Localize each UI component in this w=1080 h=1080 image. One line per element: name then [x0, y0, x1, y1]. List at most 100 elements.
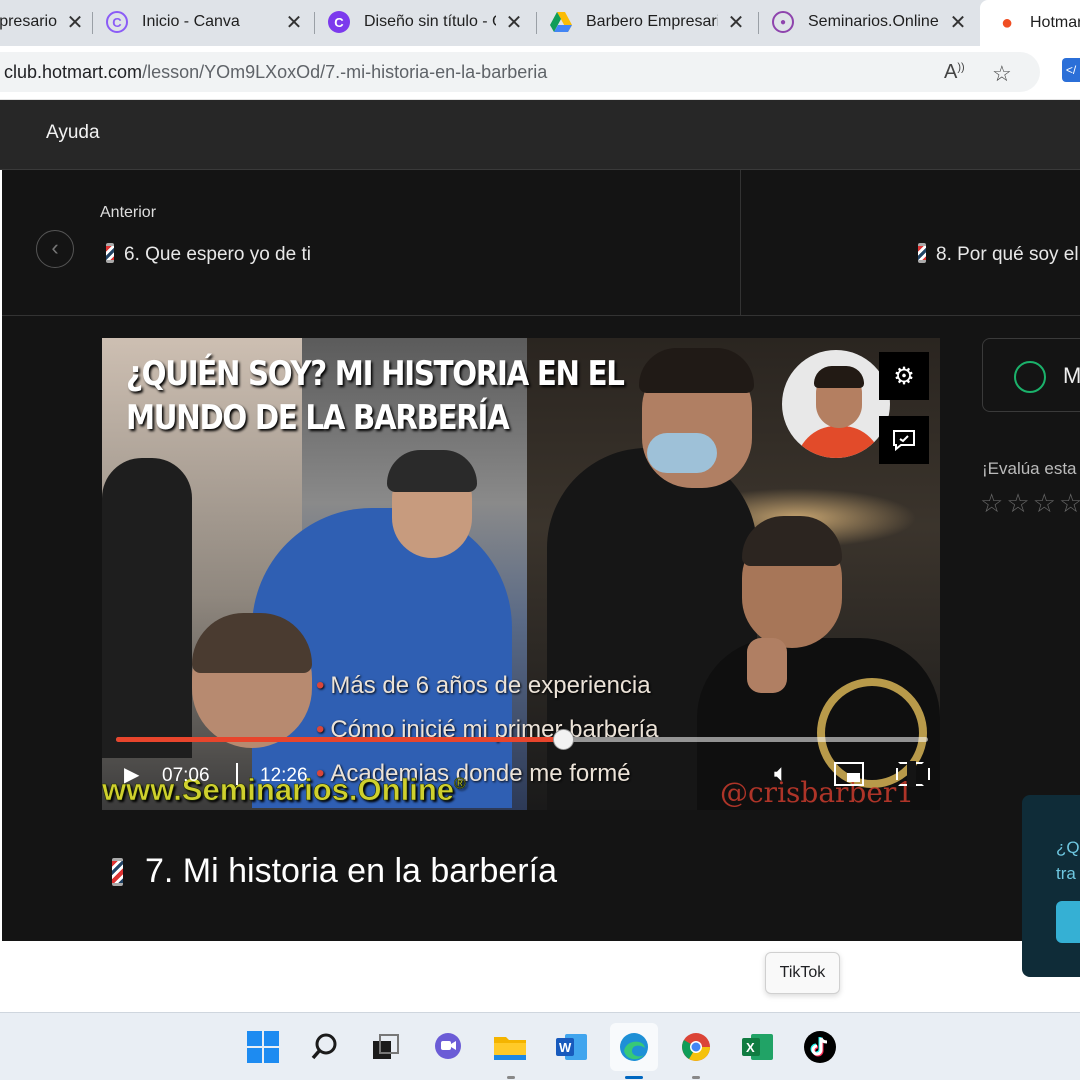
seminarios-icon: ● [772, 11, 794, 33]
help-popup-line: ¿Qu [1056, 838, 1080, 857]
tab-title: Diseño sin título - Canva [364, 13, 496, 30]
picture-in-picture-button[interactable] [834, 762, 864, 786]
close-tab-icon[interactable]: ✕ [504, 10, 524, 35]
tab-title: Barbero Empresario [0, 13, 57, 30]
previous-lesson-title: 6. Que espero yo de ti [124, 244, 311, 265]
running-indicator [692, 1076, 700, 1079]
word-icon[interactable]: W [548, 1023, 596, 1071]
help-popup-button[interactable] [1056, 901, 1080, 943]
video-settings-button[interactable]: ⚙ [879, 352, 929, 400]
url-host: club.hotmart.com [4, 62, 143, 82]
tab-separator [92, 12, 93, 34]
windows-taskbar: W X [0, 1012, 1080, 1080]
fullscreen-button[interactable] [896, 761, 930, 787]
hotmart-icon: ● [1000, 11, 1014, 34]
tab-diseno-sin-titulo[interactable]: C Diseño sin título - Canva ✕ [328, 0, 524, 44]
play-button[interactable]: ▶ [124, 762, 139, 787]
video-headline-line: ¿QUIÉN SOY? MI HISTORIA EN EL [126, 354, 625, 394]
video-bullet-text: Más de 6 años de experiencia [330, 672, 651, 699]
play-icon: ▶ [124, 764, 140, 786]
mark-complete-button[interactable]: M [982, 338, 1080, 412]
barber-pole-icon [112, 858, 123, 886]
video-headline: ¿QUIÉN SOY? MI HISTORIA EN EL MUNDO DE L… [126, 352, 625, 440]
tab-title: Inicio - Canva [142, 13, 240, 30]
barber-pole-icon [918, 243, 926, 263]
tab-title: Seminarios.Online [808, 13, 939, 30]
video-controls: ▶ 07:06 12:26 🔈︎ [102, 756, 940, 796]
task-view-icon[interactable] [362, 1023, 410, 1071]
previous-lesson-button[interactable]: ‹ [36, 230, 74, 268]
address-bar: club.hotmart.com/lesson/YOm9LXoxOd/7.-mi… [0, 46, 1080, 100]
tab-hotmart-active[interactable]: ● Hotmart [980, 0, 1080, 46]
video-progress-bar[interactable] [116, 729, 928, 750]
next-lesson-title: 8. Por qué soy el [936, 244, 1079, 265]
running-indicator [507, 1076, 515, 1079]
presenter-pip-video [782, 350, 890, 458]
volume-icon: 🔈︎ [774, 760, 789, 787]
excel-icon[interactable]: X [734, 1023, 782, 1071]
tab-inicio-canva[interactable]: C Inicio - Canva ✕ [106, 0, 304, 44]
next-lesson-link[interactable]: 8. Por qué soy el [918, 243, 1079, 266]
complete-circle-icon [1014, 361, 1046, 393]
rate-lesson-label: ¡Evalúa esta clase! [982, 459, 1080, 478]
lesson-title: 7. Mi historia en la barbería [112, 852, 557, 891]
url-path: /lesson/YOm9LXoxOd/7.-mi-historia-en-la-… [142, 62, 548, 82]
video-bullet: • Más de 6 años de experiencia [316, 672, 651, 699]
barber-pole-icon [106, 243, 114, 263]
tab-separator [536, 12, 537, 34]
video-feedback-button[interactable] [879, 416, 929, 464]
total-time: 12:26 [260, 765, 308, 786]
extension-icon[interactable]: </ [1062, 58, 1080, 82]
chrome-icon[interactable] [672, 1023, 720, 1071]
help-chat-popup: ¿Qu tra [1022, 795, 1080, 977]
tab-barbero-empresario[interactable]: Barbero Empresario ✕ [0, 0, 85, 44]
complete-label: M [1063, 363, 1080, 388]
edge-icon[interactable] [610, 1023, 658, 1071]
feedback-icon [893, 430, 915, 452]
svg-text:X: X [746, 1040, 755, 1055]
file-explorer-icon[interactable] [486, 1023, 534, 1071]
video-scrubber-handle[interactable] [552, 729, 574, 750]
video-bullet: • Cómo inicié mi primer barbería [316, 716, 659, 743]
tab-title: Barbero Empresario - Google Drive [586, 13, 718, 30]
running-indicator-active [625, 1076, 643, 1079]
read-aloud-icon[interactable]: A)) [944, 61, 965, 84]
lesson-navigation: ‹ Anterior 6. Que espero yo de ti 8. Por… [2, 170, 1080, 316]
video-headline-line: MUNDO DE LA BARBERÍA [126, 398, 510, 438]
time-separator [236, 763, 238, 785]
url-field[interactable]: club.hotmart.com/lesson/YOm9LXoxOd/7.-mi… [0, 52, 1040, 92]
rating-stars: ☆☆☆☆☆ [980, 488, 1080, 519]
tiktok-icon[interactable] [796, 1023, 844, 1071]
previous-lesson-link[interactable]: 6. Que espero yo de ti [106, 243, 311, 266]
canva-icon: C [328, 11, 350, 33]
star-icon[interactable]: ☆ [1033, 488, 1059, 518]
gear-icon: ⚙ [893, 362, 915, 390]
video-progress-fill [116, 737, 563, 742]
close-tab-icon[interactable]: ✕ [948, 10, 968, 35]
search-icon[interactable] [301, 1023, 349, 1071]
tab-seminarios-online[interactable]: ● Seminarios.Online ✕ [772, 0, 968, 44]
help-link[interactable]: Ayuda [46, 122, 100, 144]
lesson-page: ‹ Anterior 6. Que espero yo de ti 8. Por… [0, 170, 1080, 977]
add-favorite-icon[interactable]: ☆ [992, 61, 1012, 87]
star-icon[interactable]: ☆ [1006, 488, 1032, 518]
tab-title: Hotmart [1030, 14, 1080, 31]
close-tab-icon[interactable]: ✕ [726, 10, 746, 35]
help-popup-question: ¿Qu tra [1056, 835, 1080, 887]
star-icon[interactable]: ☆ [1059, 488, 1080, 518]
canva-icon: C [106, 11, 128, 33]
lesson-title-text: 7. Mi historia en la barbería [145, 852, 557, 890]
close-tab-icon[interactable]: ✕ [65, 10, 85, 35]
chat-icon[interactable] [424, 1023, 472, 1071]
star-icon[interactable]: ☆ [980, 488, 1006, 518]
tab-separator [314, 12, 315, 34]
current-time: 07:06 [162, 765, 210, 786]
windows-start-icon[interactable] [239, 1023, 287, 1071]
volume-button[interactable]: 🔈︎ [774, 760, 788, 788]
tab-google-drive[interactable]: Barbero Empresario - Google Drive ✕ [550, 0, 746, 44]
browser-tab-strip: Barbero Empresario ✕ C Inicio - Canva ✕ … [0, 0, 1080, 46]
url-text: club.hotmart.com/lesson/YOm9LXoxOd/7.-mi… [4, 62, 547, 83]
video-player[interactable]: ¿QUIÉN SOY? MI HISTORIA EN EL MUNDO DE L… [102, 338, 940, 810]
close-tab-icon[interactable]: ✕ [284, 10, 304, 35]
google-drive-icon [550, 11, 572, 33]
